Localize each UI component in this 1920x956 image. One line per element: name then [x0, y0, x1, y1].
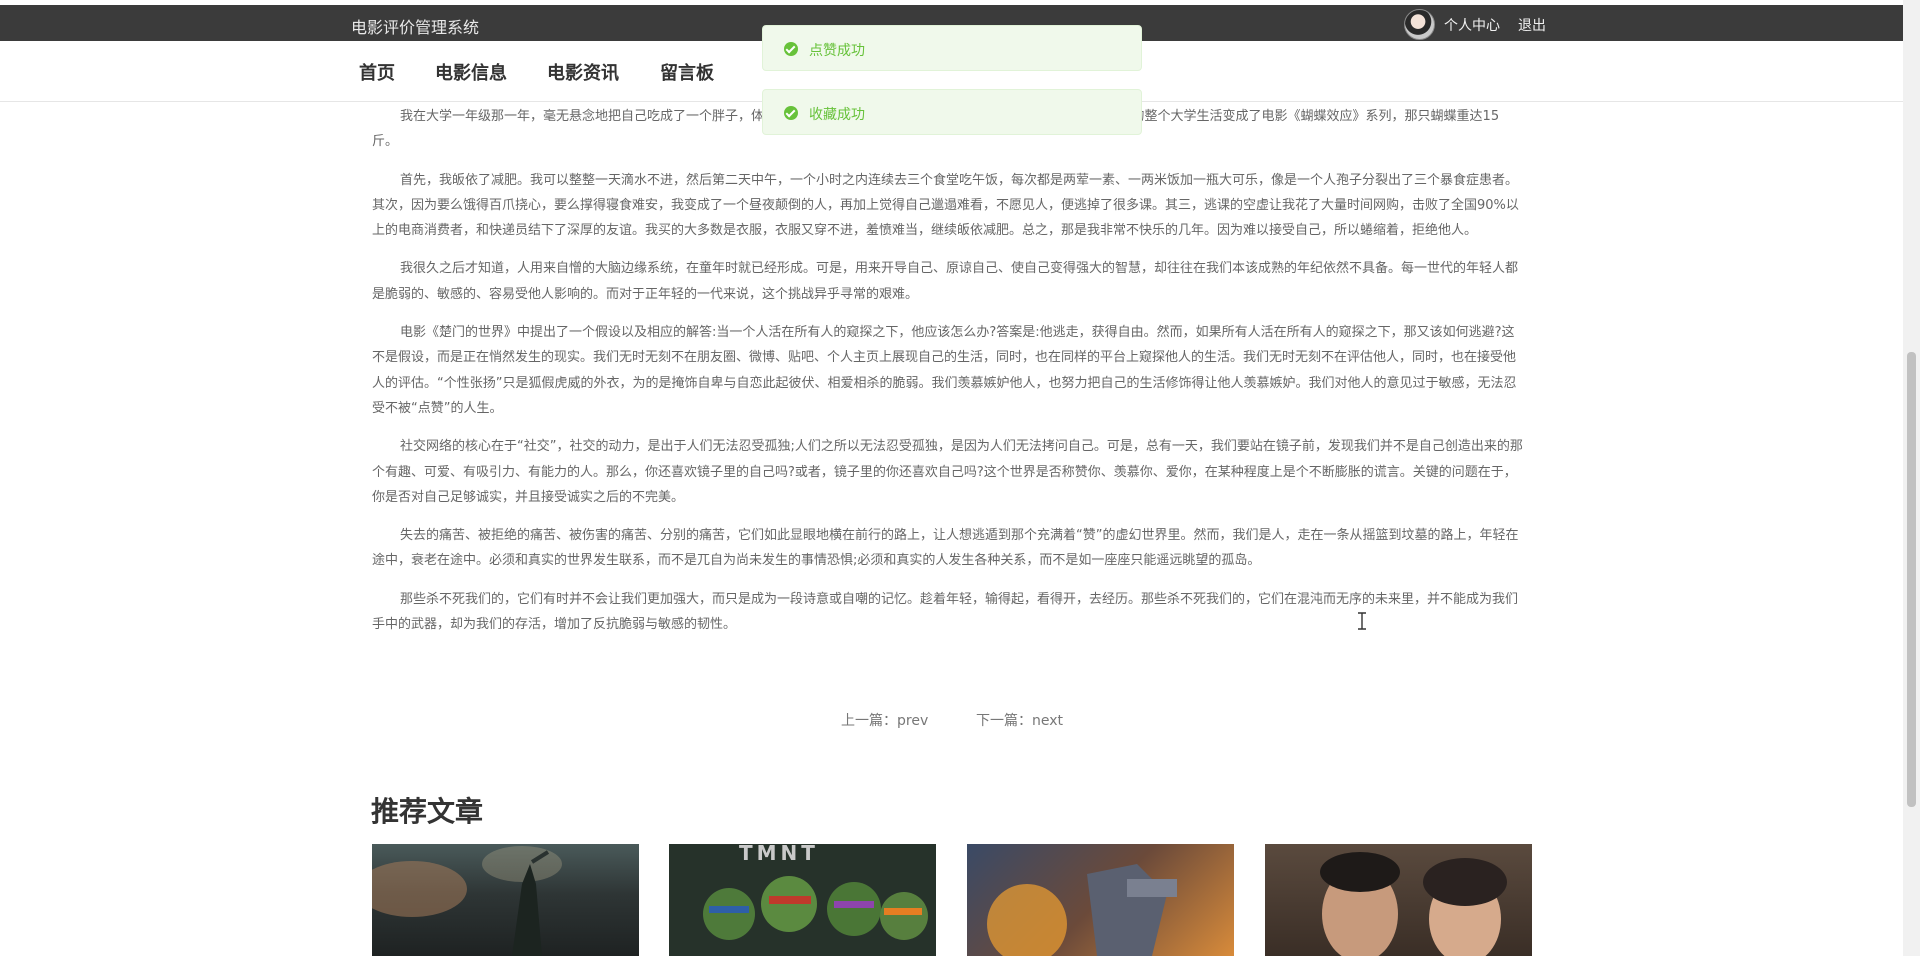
- movie-poster-image: [372, 846, 562, 956]
- article-paragraph: 电影《楚门的世界》中提出了一个假设以及相应的解答:当一个人活在所有人的窥探之下，…: [372, 325, 1517, 416]
- nav-item-movie-info[interactable]: 电影信息: [435, 59, 507, 85]
- article-paragraph: 失去的痛苦、被拒绝的痛苦、被伤害的痛苦、分别的痛苦，它们如此显眼地横在前行的路上…: [372, 528, 1519, 569]
- article-paragraph: 社交网络的核心在于“社交”，社交的动力，是出于人们无法忍受孤独;人们之所以无法忍…: [372, 439, 1523, 505]
- toast-like-success: 点赞成功: [762, 25, 1142, 71]
- recommend-card-1[interactable]: [372, 844, 639, 956]
- logout-link[interactable]: 退出: [1518, 15, 1546, 35]
- movie-poster-image: TMNT: [669, 844, 936, 956]
- nav-item-movie-news[interactable]: 电影资讯: [547, 59, 619, 85]
- article-paragraph: 我很久之后才知道，人用来自憎的大脑边缘系统，在童年时就已经形成。可是，用来开导自…: [372, 261, 1519, 302]
- text-cursor-icon: [1358, 612, 1366, 630]
- next-article-link[interactable]: 下一篇：next: [976, 710, 1063, 730]
- nav-item-home[interactable]: 首页: [359, 59, 395, 85]
- toast-message: 收藏成功: [809, 107, 865, 123]
- page-scrollbar[interactable]: [1903, 0, 1920, 956]
- recommend-card-2[interactable]: TMNT: [669, 844, 936, 956]
- recommend-card-4[interactable]: [1265, 844, 1532, 956]
- toast-message: 点赞成功: [809, 43, 865, 59]
- nav-item-message-board[interactable]: 留言板: [660, 59, 714, 85]
- toast-favorite-success: 收藏成功: [762, 89, 1142, 135]
- success-check-icon: [784, 42, 798, 56]
- svg-text:TMNT: TMNT: [739, 844, 819, 865]
- user-avatar[interactable]: [1404, 9, 1435, 40]
- success-check-icon: [784, 106, 798, 120]
- article-paragraph: 首先，我皈依了减肥。我可以整整一天滴水不进，然后第二天中午，一个小时之内连续去三…: [372, 172, 1519, 239]
- scrollbar-thumb[interactable]: [1907, 352, 1916, 807]
- movie-poster-image: [1320, 852, 1507, 956]
- article-body: 我在大学一年级那一年，毫无悬念地把自己吃成了一个胖子，体重达到了人生巅峰。尴尬体…: [372, 104, 1524, 650]
- user-center-link[interactable]: 个人中心: [1444, 15, 1500, 35]
- recommend-card-3[interactable]: [967, 844, 1234, 956]
- system-title: 电影评价管理系统: [351, 18, 480, 37]
- article-paragraph: 那些杀不死我们的，它们有时并不会让我们更加强大，而只是成为一段诗意或自嘲的记忆。…: [372, 591, 1519, 633]
- movie-poster-image: [987, 864, 1177, 956]
- recommend-title: 推荐文章: [371, 795, 484, 828]
- prev-article-link[interactable]: 上一篇：prev: [841, 710, 928, 730]
